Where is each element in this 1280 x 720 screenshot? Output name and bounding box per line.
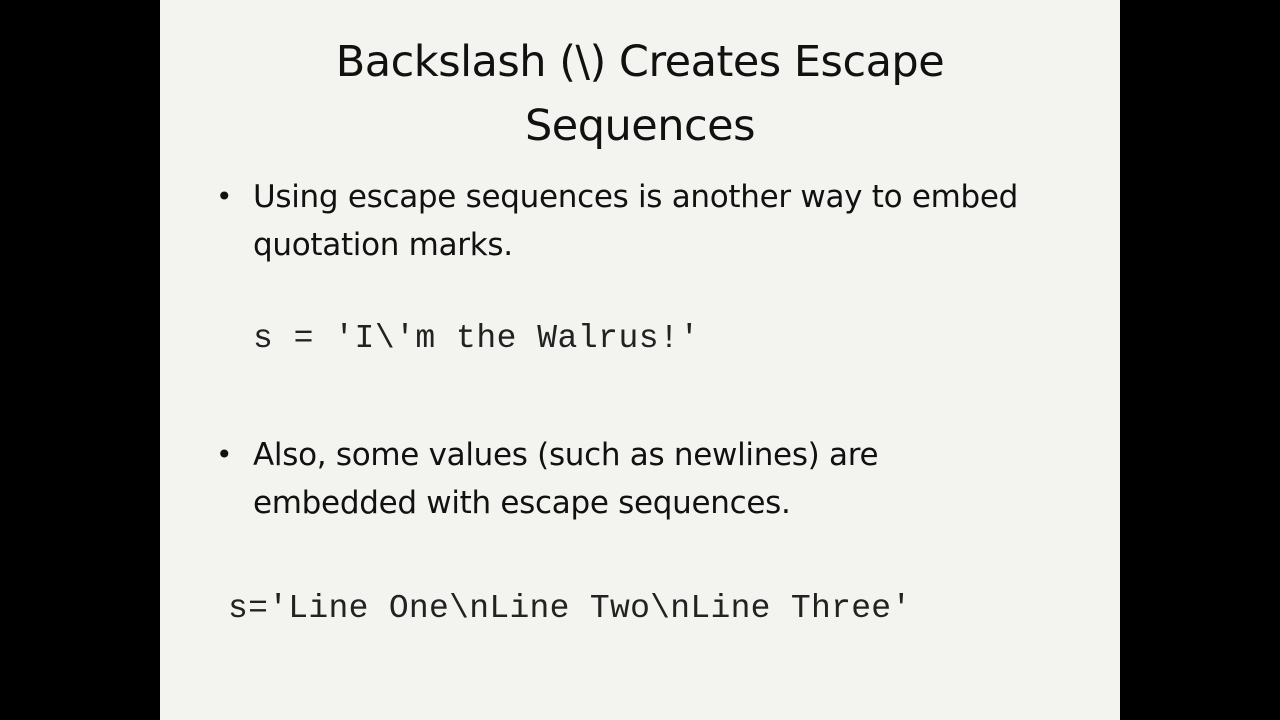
bullet-marker: • <box>216 438 233 471</box>
slide-title-line-1: Backslash (\) Creates Escape <box>335 37 945 87</box>
bullet-point-2: • Also, some values (such as newlines) a… <box>216 431 1076 527</box>
code-example-newlines: s='Line One\nLine Two\nLine Three' <box>228 590 912 627</box>
code-example-escaped-quote: s = 'I\'m the Walrus!' <box>253 320 700 357</box>
slide-title-line-2: Sequences <box>524 101 756 151</box>
bullet-point-1: • Using escape sequences is another way … <box>216 173 1076 269</box>
bullet-2-line-2: embedded with escape sequences. <box>253 485 791 521</box>
slide-title: Backslash (\) Creates Escape Sequences <box>160 30 1120 158</box>
presentation-slide: Backslash (\) Creates Escape Sequences •… <box>160 0 1120 720</box>
video-frame: Backslash (\) Creates Escape Sequences •… <box>0 0 1280 720</box>
bullet-1-line-2: quotation marks. <box>253 227 513 263</box>
bullet-1-line-1: Using escape sequences is another way to… <box>253 179 1019 215</box>
bullet-2-line-1: Also, some values (such as newlines) are <box>253 437 879 473</box>
bullet-marker: • <box>216 180 233 213</box>
